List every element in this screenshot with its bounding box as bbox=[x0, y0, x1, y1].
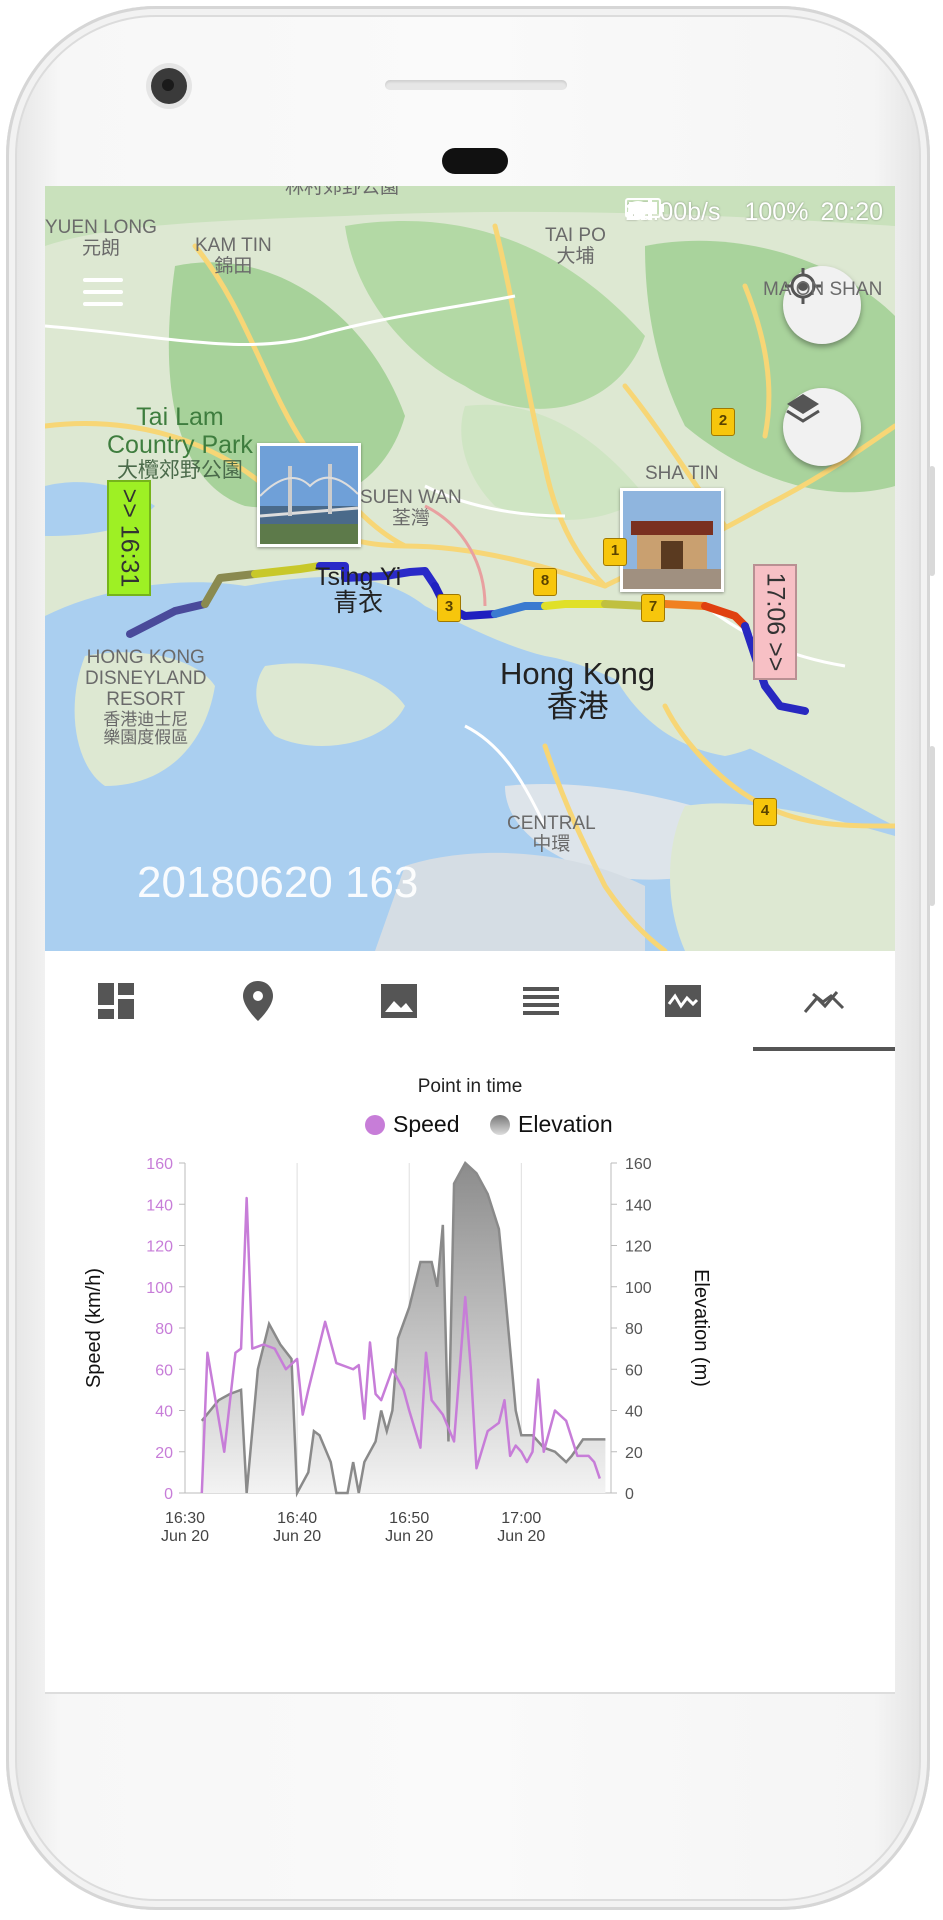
track-end-flag[interactable]: 17:06 >> bbox=[753, 564, 797, 680]
clock-time: 20:20 bbox=[820, 198, 883, 226]
x-tick-date-label: Jun 20 bbox=[497, 1528, 545, 1545]
legend-speed-label: Speed bbox=[393, 1111, 460, 1137]
map-label-sha-tin: SHA TIN bbox=[645, 463, 719, 484]
y-tick-label-left: 40 bbox=[155, 1404, 173, 1421]
menu-hamburger-icon[interactable] bbox=[83, 278, 123, 308]
track-start-flag[interactable]: >> 16:31 bbox=[107, 480, 151, 596]
y-tick-label-right: 80 bbox=[625, 1321, 643, 1338]
y-tick-label-left: 60 bbox=[155, 1362, 173, 1379]
map-label-kam-tin: KAM TIN 錦田 bbox=[195, 235, 272, 277]
map-pin-icon bbox=[242, 981, 273, 1021]
track-name-overlay: 20180620 163 bbox=[137, 858, 419, 907]
photo-thumbnail-temple[interactable] bbox=[620, 488, 724, 592]
y-tick-label-right: 100 bbox=[625, 1280, 652, 1297]
y-tick-label-right: 120 bbox=[625, 1239, 652, 1256]
y-tick-label-right: 0 bbox=[625, 1486, 634, 1503]
y-tick-label-right: 40 bbox=[625, 1404, 643, 1421]
tab-elevation[interactable] bbox=[612, 951, 754, 1051]
trend-icon bbox=[804, 991, 845, 1013]
route-marker[interactable]: 3 bbox=[437, 594, 461, 622]
map-label-tsing-yi: Tsing Yi 青衣 bbox=[315, 563, 402, 618]
tab-list[interactable] bbox=[470, 951, 612, 1051]
photo-icon bbox=[381, 984, 418, 1018]
dashboard-icon bbox=[97, 983, 134, 1019]
map-label-yuen-long: YUEN LONG 元朗 bbox=[45, 217, 157, 259]
x-tick-label: 16:40 bbox=[277, 1510, 317, 1527]
legend-elevation-label: Elevation bbox=[518, 1111, 613, 1137]
y-tick-label-left: 140 bbox=[146, 1197, 173, 1214]
y-tick-label-right: 20 bbox=[625, 1445, 643, 1462]
route-marker[interactable]: 8 bbox=[533, 568, 557, 596]
proximity-sensor bbox=[442, 148, 508, 174]
phone-volume-button bbox=[929, 466, 935, 576]
route-marker[interactable]: 2 bbox=[711, 408, 735, 436]
map-label-disneyland: HONG KONG DISNEYLAND RESORT 香港迪士尼 樂園度假區 bbox=[85, 647, 207, 748]
x-tick-label: 16:30 bbox=[165, 1510, 205, 1527]
chart-wave-icon bbox=[664, 985, 701, 1017]
y-tick-label-right: 60 bbox=[625, 1362, 643, 1379]
y-tick-label-right: 140 bbox=[625, 1197, 652, 1214]
legend-elevation-swatch bbox=[490, 1115, 510, 1135]
tab-photos[interactable] bbox=[328, 951, 470, 1051]
speed-elevation-chart[interactable]: 0 0 20 20 40 40 60 60 80 80 100 100 120 120 140 140 160 1… bbox=[45, 1086, 895, 1646]
route-marker[interactable]: 4 bbox=[753, 798, 777, 826]
earpiece-speaker bbox=[385, 80, 567, 90]
y-tick-label-left: 80 bbox=[155, 1321, 173, 1338]
tab-location[interactable] bbox=[187, 951, 329, 1051]
map-label-tai-po: TAI PO 大埔 bbox=[545, 225, 606, 267]
y-tick-label-left: 20 bbox=[155, 1445, 173, 1462]
status-bar: 10.00b/s 100% 20:20 bbox=[624, 198, 883, 227]
y-tick-label-left: 120 bbox=[146, 1239, 173, 1256]
layers-icon bbox=[786, 394, 820, 423]
temple-photo-icon bbox=[623, 491, 721, 589]
x-tick-date-label: Jun 20 bbox=[273, 1528, 321, 1545]
map-layers-button[interactable] bbox=[783, 388, 861, 466]
map-view[interactable]: 10.00b/s 100% 20:20 林村郊野公園 YUEN LONG 元朗 … bbox=[45, 186, 895, 951]
y-tick-label-left: 160 bbox=[146, 1156, 173, 1173]
map-label-tai-lam: Tai Lam Country Park 大欖郊野公園 bbox=[107, 403, 253, 482]
x-tick-label: 17:00 bbox=[501, 1510, 541, 1527]
app-screen: 10.00b/s 100% 20:20 林村郊野公園 YUEN LONG 元朗 … bbox=[45, 186, 895, 1694]
route-marker[interactable]: 7 bbox=[641, 594, 665, 622]
tab-speed-elevation[interactable] bbox=[753, 951, 895, 1051]
bridge-photo-icon bbox=[260, 446, 358, 544]
x-tick-date-label: Jun 20 bbox=[385, 1528, 433, 1545]
map-label-suen-wan: SUEN WAN 荃灣 bbox=[360, 487, 462, 529]
y-axis-title-left: Speed (km/h) bbox=[83, 1268, 105, 1388]
tab-bar bbox=[45, 951, 895, 1051]
x-tick-date-label: Jun 20 bbox=[161, 1528, 209, 1545]
battery-percent: 100% bbox=[744, 198, 809, 226]
map-label-central: CENTRAL 中環 bbox=[507, 813, 596, 855]
tab-dashboard[interactable] bbox=[45, 951, 187, 1051]
legend-speed-swatch bbox=[365, 1115, 385, 1135]
phone-power-button bbox=[929, 746, 935, 906]
map-label-hong-kong: Hong Kong 香港 bbox=[500, 656, 656, 724]
map-label-top-park: 林村郊野公園 bbox=[285, 186, 400, 198]
photo-thumbnail-bridge[interactable] bbox=[257, 443, 361, 547]
x-tick-label: 16:50 bbox=[389, 1510, 429, 1527]
front-camera bbox=[151, 68, 187, 104]
route-marker[interactable]: 1 bbox=[603, 538, 627, 566]
y-tick-label-left: 100 bbox=[146, 1280, 173, 1297]
y-axis-title-right: Elevation (m) bbox=[690, 1269, 712, 1387]
map-label-ma-on-shan: MA ON SHAN bbox=[763, 279, 883, 300]
y-tick-label-right: 160 bbox=[625, 1156, 652, 1173]
y-tick-label-left: 0 bbox=[164, 1486, 173, 1503]
bottom-divider bbox=[45, 1692, 895, 1694]
my-location-button[interactable] bbox=[783, 266, 861, 344]
list-icon bbox=[522, 987, 559, 1015]
